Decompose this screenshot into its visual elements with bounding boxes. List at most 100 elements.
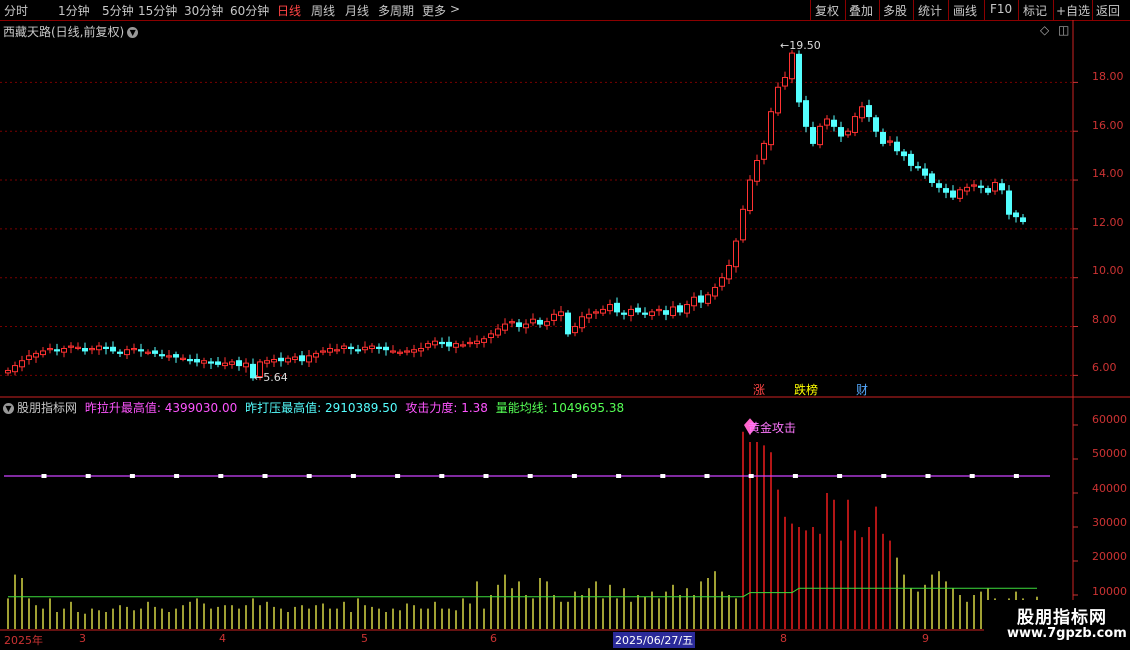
candle-body [915,166,921,169]
event-tag-limit-up[interactable]: 涨 [753,381,765,398]
candle-body [971,184,977,187]
indicator-field-value: 1049695.38 [551,401,625,415]
candle-body [362,346,368,351]
indicator-field-label: 昨打压最高值 [245,401,318,415]
candle-body [635,307,641,313]
price-axis-label: 16.00 [1092,119,1124,132]
indicator-name[interactable]: 股朋指标网 [17,401,77,415]
baseline-marker [306,474,312,478]
candle-body [922,168,928,176]
candle-body [117,351,123,354]
candle-body [866,105,872,118]
candle-body [670,306,676,317]
candle-body [558,311,564,317]
date-axis-label: 2025年 [4,634,43,647]
baseline-marker [174,474,180,478]
candle-body [285,357,291,363]
date-axis-label: 3 [79,632,86,645]
candle-body [1020,217,1026,223]
baseline-marker [969,474,975,478]
candle-body [691,296,697,307]
candle-body [215,361,221,365]
candle-body [208,361,214,364]
candle-body [96,345,102,351]
candle-body [411,349,417,353]
baseline-marker [837,474,843,478]
candle-body [495,328,501,336]
baseline-marker [660,474,666,478]
candle-body [334,349,340,352]
candle-body [502,323,508,331]
candle-body [859,106,865,119]
candle-body [754,160,760,182]
candle-body [516,322,522,328]
candle-body [306,355,312,363]
candle-body [453,343,459,348]
candle-body [698,295,704,303]
candle-body [355,349,361,352]
window-toggle-icon[interactable]: ◫ [1058,23,1069,37]
candle-body [719,277,725,287]
baseline-marker [483,474,489,478]
volume-axis-label: 60000 [1092,413,1127,426]
candle-body [271,358,277,363]
candle-body [901,151,907,157]
indicator-field-value: 4399030.00 [164,401,238,415]
candle-body [47,347,53,351]
candle-body [551,313,557,321]
chevron-down-icon[interactable]: ▼ [3,403,14,414]
candle-body [943,188,949,193]
candle-body [873,117,879,132]
baseline-marker [262,474,268,478]
candle-body [488,333,494,339]
price-axis-label: 8.00 [1092,313,1117,326]
baseline-marker [527,474,533,478]
date-axis-label: 6 [490,632,497,645]
candle-body [817,125,823,146]
candle-body [852,116,858,133]
volume-axis-label: 40000 [1092,482,1127,495]
event-tag-finance[interactable]: 财 [856,381,868,398]
candle-body [509,321,515,324]
candle-body [593,311,599,314]
candle-body [600,308,606,314]
candle-body [880,131,886,144]
candle-body [180,357,186,360]
candle-body [768,111,774,146]
indicator-field-value: 1.38 [461,401,488,415]
date-axis-label: 9 [922,632,929,645]
candle-body [138,349,144,352]
price-axis-label: 12.00 [1092,216,1124,229]
watermark-url: www.7gpzb.com [1007,626,1127,641]
candle-body [54,349,60,352]
baseline-marker [616,474,622,478]
candle-body [82,347,88,352]
candle-body [376,346,382,349]
diamond-icon[interactable]: ◇ [1040,23,1049,37]
candle-body [159,354,165,357]
volume-axis-label: 50000 [1092,447,1127,460]
watermark-title: 股朋指标网 [1017,608,1107,628]
candle-body [684,304,690,314]
baseline-marker [881,474,887,478]
candle-body [523,323,529,329]
indicator-field-label: 昨拉升最高值 [84,401,157,415]
candle-body [404,350,410,353]
candle-body [467,341,473,345]
candle-body [369,345,375,349]
candle-body [1013,212,1019,218]
candle-body [327,347,333,353]
candle-body [642,312,648,315]
candle-body [103,346,109,349]
candle-body [19,360,25,368]
candle-body [740,208,746,241]
candle-body [663,310,669,315]
event-tag-ranking[interactable]: 跌榜 [794,381,818,398]
candle-body [383,346,389,351]
candle-body [887,140,893,143]
kline-chart[interactable] [0,0,1130,650]
high-price-value: 19.50 [789,39,821,52]
candle-body [929,173,935,183]
chevron-down-icon[interactable]: ▼ [127,27,139,38]
candle-body [537,319,543,325]
